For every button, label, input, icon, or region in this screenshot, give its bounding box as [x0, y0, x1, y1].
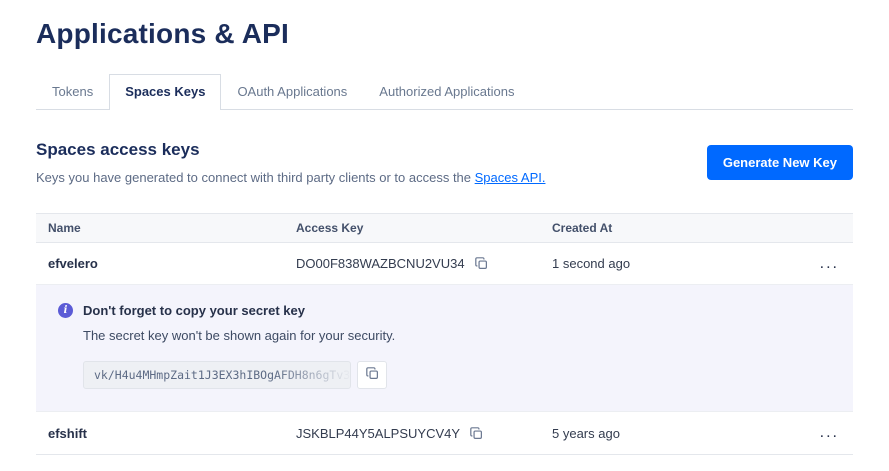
copy-secret-key-button[interactable] [357, 361, 387, 389]
table-row: efshift JSKBLP44Y5ALPSUYCV4Y 5 years ago… [36, 412, 853, 454]
section-description: Keys you have generated to connect with … [36, 170, 545, 185]
tab-tokens[interactable]: Tokens [36, 74, 109, 109]
copy-access-key-button[interactable] [473, 255, 490, 272]
secret-key-field[interactable]: vk/H4u4MHmpZait1J3EX3hIBOgAFDH8n6gTv3H [83, 361, 351, 389]
spaces-api-link[interactable]: Spaces API. [475, 170, 546, 185]
column-header-access-key: Access Key [284, 221, 540, 235]
access-key-value: DO00F838WAZBCNU2VU34 [296, 256, 465, 271]
access-key-cell: DO00F838WAZBCNU2VU34 [284, 255, 540, 272]
column-header-name: Name [36, 221, 284, 235]
tab-authorized-applications[interactable]: Authorized Applications [363, 74, 530, 109]
section-header-text: Spaces access keys Keys you have generat… [36, 140, 545, 185]
notice-header: i Don't forget to copy your secret key [58, 303, 831, 318]
generate-new-key-button[interactable]: Generate New Key [707, 145, 853, 180]
section-header: Spaces access keys Keys you have generat… [36, 140, 853, 185]
access-key-cell: JSKBLP44Y5ALPSUYCV4Y [284, 425, 540, 442]
secret-key-notice: i Don't forget to copy your secret key T… [36, 285, 853, 412]
row-actions-menu-button[interactable]: ... [801, 259, 853, 269]
notice-body: The secret key won't be shown again for … [83, 328, 831, 343]
table-row: efvelero DO00F838WAZBCNU2VU34 1 second a… [36, 243, 853, 285]
copy-icon [475, 257, 488, 270]
notice-title: Don't forget to copy your secret key [83, 303, 305, 318]
created-at-value: 1 second ago [540, 256, 801, 271]
created-at-value: 5 years ago [540, 426, 801, 441]
key-name: efshift [36, 426, 284, 441]
tab-spaces-keys[interactable]: Spaces Keys [109, 74, 221, 110]
table-header-row: Name Access Key Created At [36, 213, 853, 243]
info-icon: i [58, 303, 73, 318]
keys-table: Name Access Key Created At efvelero DO00… [36, 213, 853, 455]
page: Applications & API Tokens Spaces Keys OA… [0, 0, 889, 455]
secret-key-row: vk/H4u4MHmpZait1J3EX3hIBOgAFDH8n6gTv3H [83, 361, 831, 389]
tab-bar: Tokens Spaces Keys OAuth Applications Au… [36, 74, 853, 110]
row-actions-menu-button[interactable]: ... [801, 428, 853, 438]
key-name: efvelero [36, 256, 284, 271]
section-title: Spaces access keys [36, 140, 545, 160]
copy-access-key-button[interactable] [468, 425, 485, 442]
section-description-text: Keys you have generated to connect with … [36, 170, 475, 185]
access-key-value: JSKBLP44Y5ALPSUYCV4Y [296, 426, 460, 441]
copy-icon [366, 367, 379, 383]
secret-key-value: vk/H4u4MHmpZait1J3EX3hIBOgAFDH8n6gTv3H [94, 368, 351, 382]
tab-oauth-applications[interactable]: OAuth Applications [221, 74, 363, 109]
copy-icon [470, 427, 483, 440]
column-header-created-at: Created At [540, 221, 801, 235]
page-title: Applications & API [36, 18, 853, 50]
